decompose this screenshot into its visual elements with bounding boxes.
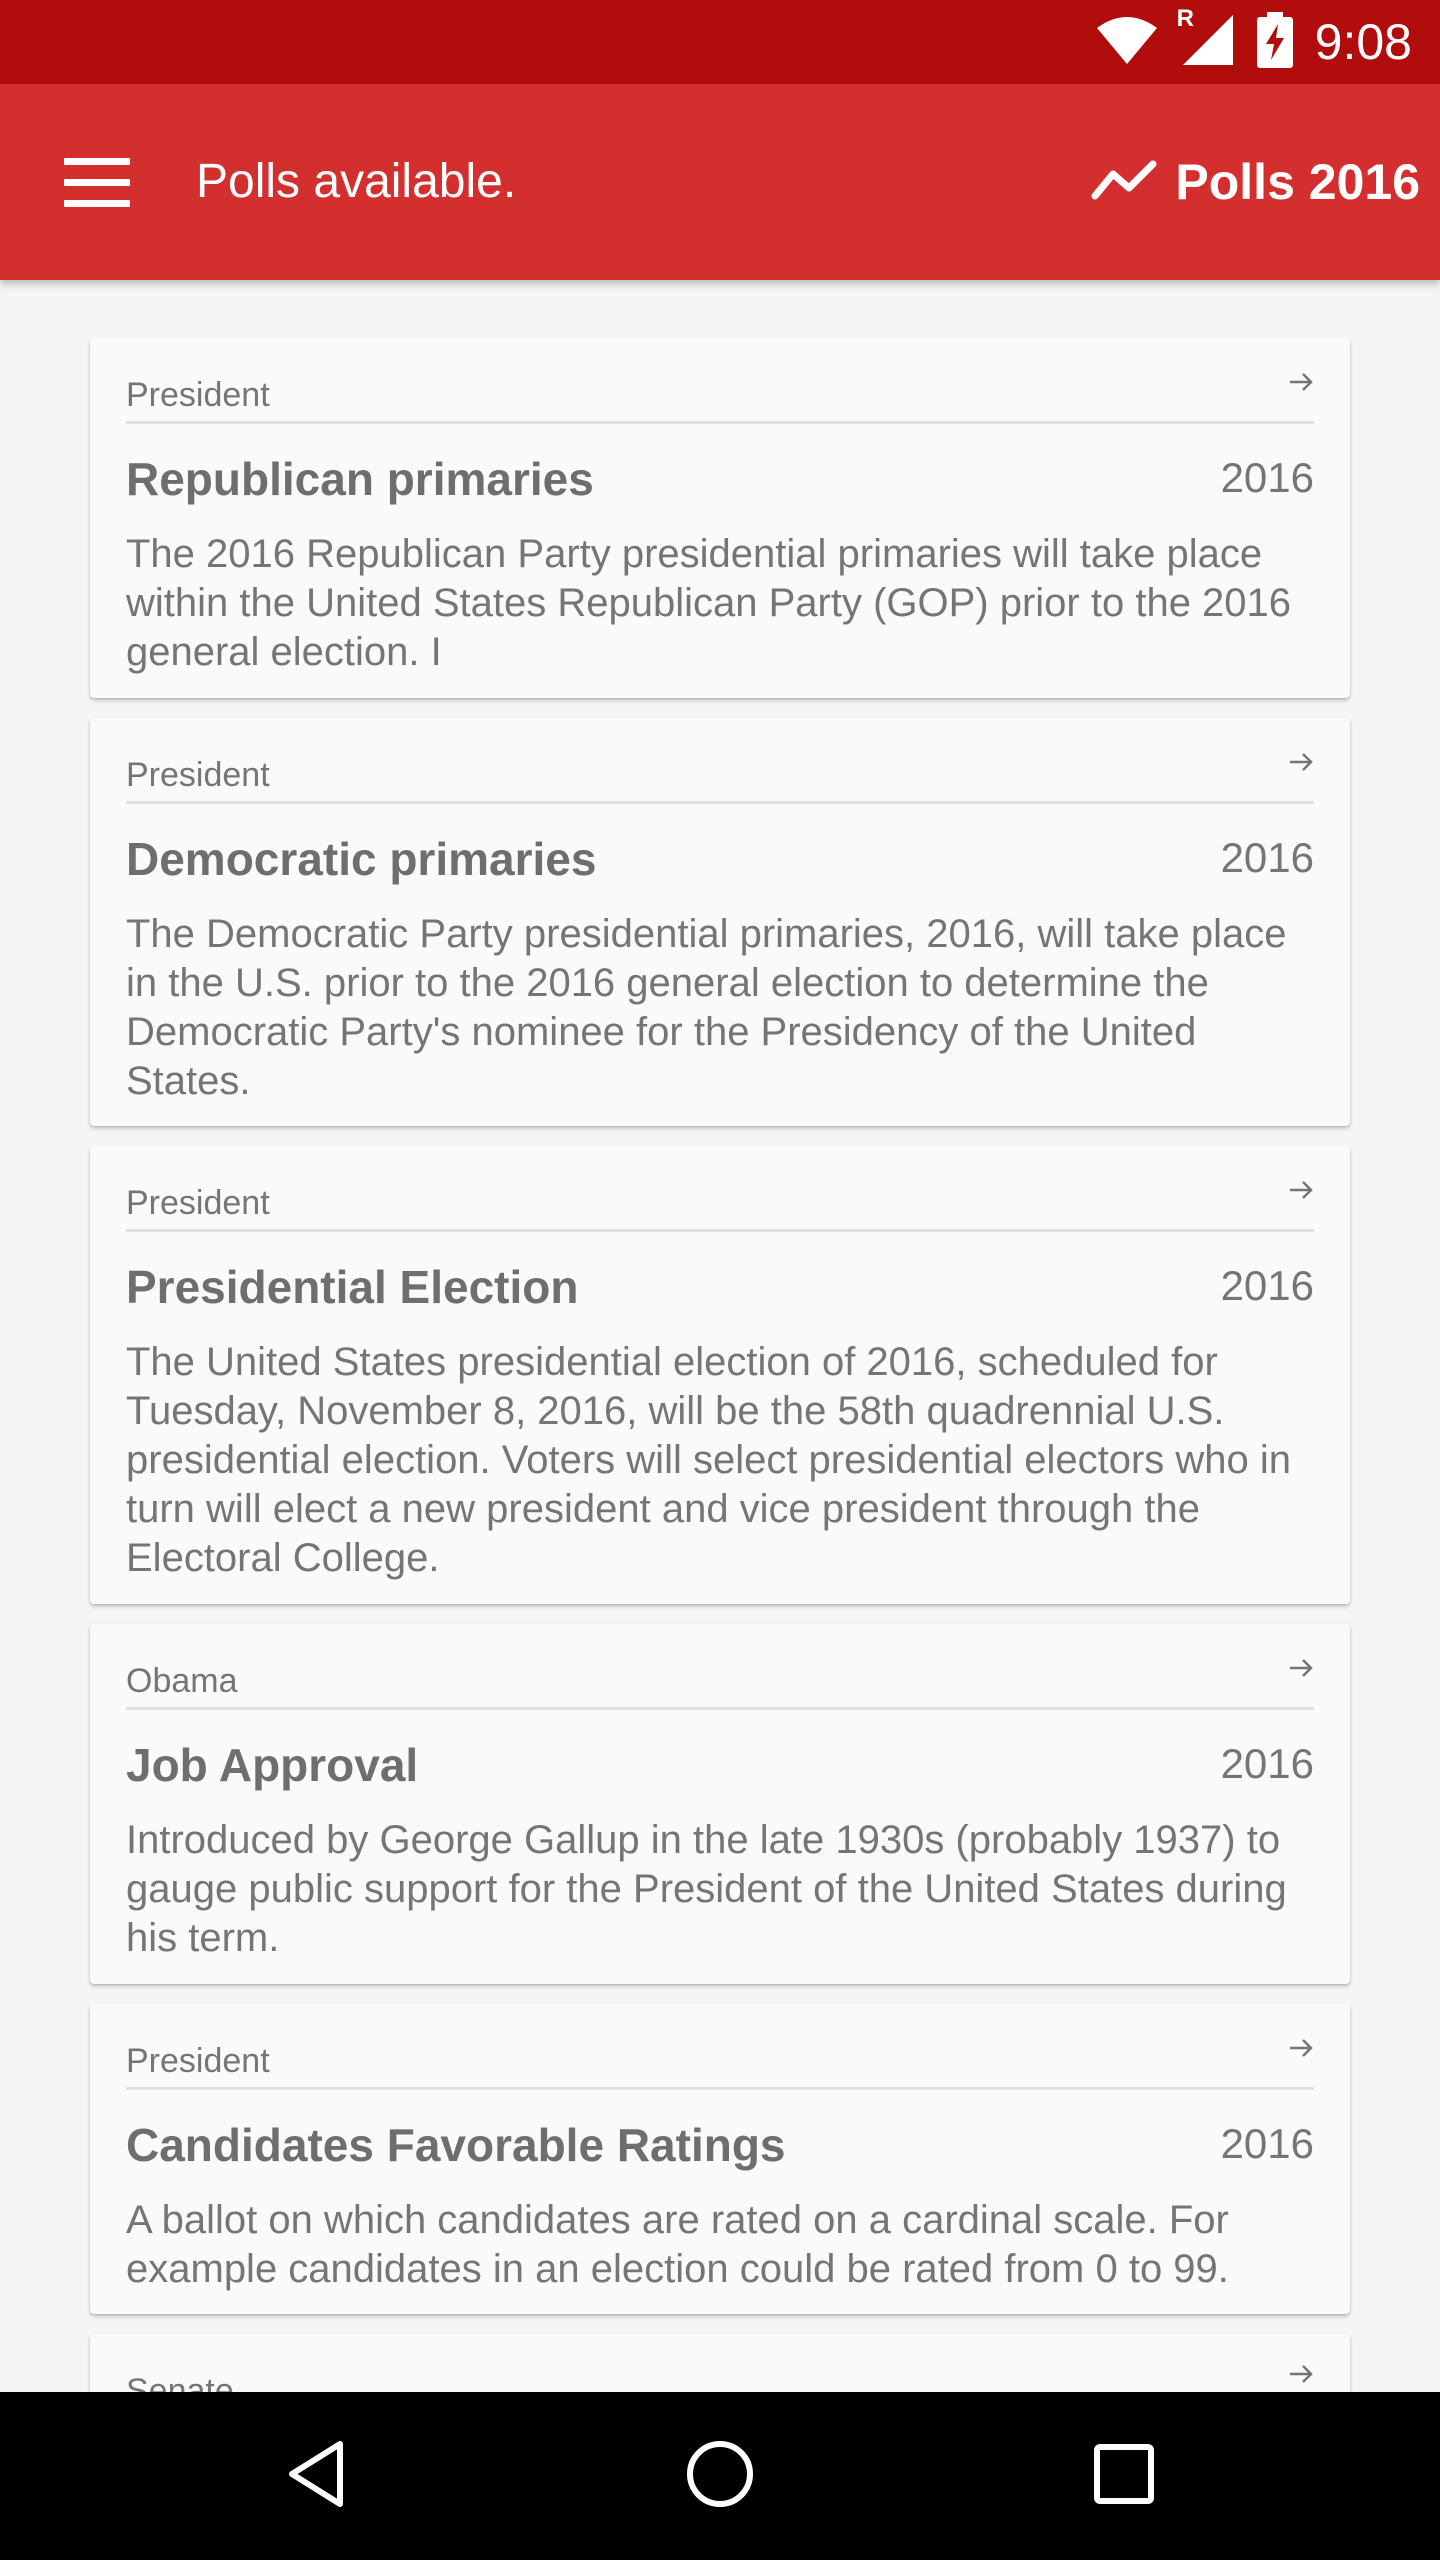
poll-year: 2016 — [1220, 834, 1314, 881]
system-nav-bar — [0, 2392, 1440, 2560]
recents-button[interactable] — [1044, 2392, 1204, 2560]
poll-description: The 2016 Republican Party presidential p… — [126, 532, 1292, 674]
poll-year: 2016 — [1220, 1262, 1314, 1309]
poll-category: President — [126, 2042, 270, 2080]
page-title: Polls available. — [196, 155, 517, 208]
poll-description: Introduced by George Gallup in the late … — [126, 1818, 1287, 1960]
arrow-right-icon — [1288, 372, 1314, 397]
poll-category: President — [126, 756, 270, 794]
app-bar: Polls available. Polls 2016 — [0, 84, 1440, 280]
poll-title: Republican primaries — [126, 453, 594, 505]
card-header: President — [126, 2004, 1314, 2090]
battery-charging-icon — [1256, 11, 1293, 73]
poll-title: Democratic primaries — [126, 833, 597, 885]
menu-button[interactable] — [48, 142, 148, 222]
polls-2016-button[interactable]: Polls 2016 — [1091, 84, 1420, 280]
poll-title: Presidential Election — [126, 1261, 579, 1313]
home-button[interactable] — [640, 2392, 800, 2560]
poll-title: Candidates Favorable Ratings — [126, 2119, 786, 2171]
arrow-right-icon — [1288, 2038, 1314, 2063]
poll-year: 2016 — [1220, 454, 1314, 501]
poll-category: President — [126, 1184, 270, 1222]
poll-description: The Democratic Party presidential primar… — [126, 912, 1287, 1103]
trending-chart-icon — [1091, 160, 1157, 205]
status-bar: R 9:08 — [0, 0, 1440, 84]
hamburger-menu-icon — [64, 157, 130, 165]
poll-card[interactable]: President Democratic primaries 2016 The … — [90, 718, 1350, 1126]
poll-card[interactable]: President Candidates Favorable Ratings 2… — [90, 2004, 1350, 2314]
poll-category: Obama — [126, 1662, 238, 1700]
card-header: Obama — [126, 1624, 1314, 1710]
poll-card[interactable]: President Republican primaries 2016 The … — [90, 338, 1350, 698]
recents-icon — [1094, 2443, 1154, 2509]
home-icon — [686, 2440, 754, 2513]
poll-category: President — [126, 376, 270, 414]
poll-year: 2016 — [1220, 2120, 1314, 2167]
status-time: 9:08 — [1314, 14, 1412, 70]
card-header: President — [126, 718, 1314, 804]
roaming-label: R — [1176, 4, 1195, 32]
poll-year: 2016 — [1220, 1740, 1314, 1787]
arrow-right-icon — [1288, 2364, 1314, 2389]
back-button[interactable] — [236, 2392, 396, 2560]
arrow-right-icon — [1288, 752, 1314, 777]
arrow-right-icon — [1288, 1180, 1314, 1205]
poll-description: The United States presidential election … — [126, 1340, 1292, 1580]
arrow-right-icon — [1288, 1658, 1314, 1683]
card-header: Senate — [126, 2334, 1314, 2392]
card-header: President — [126, 338, 1314, 424]
poll-card[interactable]: Obama Job Approval 2016 Introduced by Ge… — [90, 1624, 1350, 1984]
poll-card[interactable]: President Presidential Election 2016 The… — [90, 1146, 1350, 1604]
wifi-icon — [1095, 14, 1159, 71]
card-header: President — [126, 1146, 1314, 1232]
signal-icon: R — [1177, 5, 1235, 72]
poll-card[interactable]: Senate — [90, 2334, 1350, 2392]
poll-title: Job Approval — [126, 1739, 419, 1791]
poll-description: A ballot on which candidates are rated o… — [126, 2198, 1229, 2291]
poll-list[interactable]: President Republican primaries 2016 The … — [0, 280, 1440, 2392]
polls-2016-label: Polls 2016 — [1175, 154, 1420, 210]
back-icon — [286, 2440, 346, 2513]
poll-category: Senate — [126, 2372, 234, 2392]
